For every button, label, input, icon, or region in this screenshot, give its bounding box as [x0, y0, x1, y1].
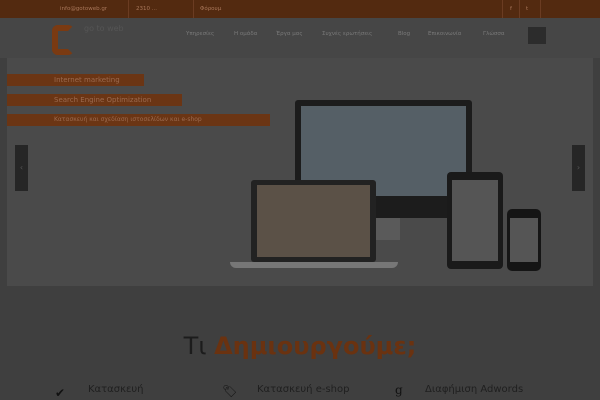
divider: [519, 0, 520, 18]
phone-mockup: [507, 209, 541, 271]
service-web[interactable]: ✔ Κατασκευή: [55, 384, 144, 400]
phone-link[interactable]: 2310 ...: [136, 6, 157, 12]
laptop-base: [230, 262, 398, 268]
nav-language[interactable]: Γλώσσα: [483, 31, 505, 37]
google-icon: g: [395, 383, 403, 397]
tablet-mockup: [447, 172, 503, 269]
service-label: Κατασκευή: [88, 384, 144, 395]
logo-text: go to web: [84, 24, 124, 33]
forum-link[interactable]: Φόρουμ: [200, 6, 221, 12]
logo-g-icon: [52, 25, 74, 55]
nav-team[interactable]: Η ομάδα: [234, 31, 257, 37]
slider-prev-button[interactable]: ‹: [15, 145, 28, 191]
slide-caption: Internet marketing: [7, 74, 144, 86]
check-icon: ✔: [55, 386, 66, 400]
slide-caption: Search Engine Optimization: [7, 94, 182, 106]
title-accent: Δημιουργούμε;: [214, 332, 417, 360]
top-bar: info@gotoweb.gr 2310 ... Φόρουμ f t: [0, 0, 600, 18]
language-flag-icon[interactable]: [528, 27, 546, 44]
nav-projects[interactable]: Έργα μας: [276, 31, 303, 37]
laptop-mockup: [251, 180, 376, 262]
slider-next-button[interactable]: ›: [572, 145, 585, 191]
email-link[interactable]: info@gotoweb.gr: [60, 6, 107, 12]
tag-icon: 🏷: [222, 384, 238, 398]
section-title: Τι Δημιουργούμε;: [0, 332, 600, 360]
service-eshop[interactable]: 🏷 Κατασκευή e-shop: [222, 384, 350, 398]
nav-services[interactable]: Υπηρεσίες: [186, 31, 214, 37]
service-label: Κατασκευή e-shop: [257, 384, 350, 395]
divider: [540, 0, 541, 18]
slide-caption: Κατασκευή και σχεδίαση ιστοσελίδων και e…: [7, 114, 270, 126]
nav-blog[interactable]: Blog: [398, 31, 410, 37]
twitter-icon[interactable]: t: [526, 6, 528, 12]
divider: [502, 0, 503, 18]
nav-faq[interactable]: Συχνές ερωτήσεις: [322, 31, 372, 37]
divider: [128, 0, 129, 18]
service-adwords[interactable]: g Διαφήμιση Adwords: [395, 383, 524, 397]
nav-contact[interactable]: Επικοινωνία: [428, 31, 461, 37]
divider: [193, 0, 194, 18]
facebook-icon[interactable]: f: [510, 6, 512, 12]
title-plain: Τι: [183, 332, 207, 360]
service-label: Διαφήμιση Adwords: [425, 384, 524, 395]
